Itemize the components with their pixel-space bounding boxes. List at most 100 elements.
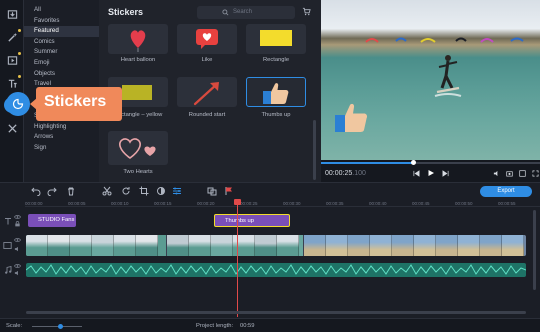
sticker-label: Rounded start: [188, 112, 226, 118]
import-icon[interactable]: [4, 6, 20, 22]
ruler-tick: 00:00:00: [25, 201, 43, 206]
two-hearts-icon: [119, 138, 156, 159]
magic-wand-icon[interactable]: [4, 29, 21, 45]
sticker-rounded-start[interactable]: [177, 77, 237, 107]
ruler-tick: 00:00:20: [197, 201, 215, 206]
timecode-value: 00:00:25: [325, 169, 353, 177]
next-frame-icon[interactable]: [442, 169, 449, 177]
category-item-all[interactable]: All: [24, 5, 99, 16]
callout-label: Stickers: [44, 93, 107, 110]
category-item-emoji[interactable]: Emoji: [24, 58, 99, 69]
delete-icon[interactable]: [66, 186, 76, 196]
video-track-header: [0, 235, 25, 256]
insert-icon[interactable]: [207, 186, 217, 196]
ruler-tick: 00:00:05: [68, 201, 86, 206]
stickers-callout-icon: [6, 92, 30, 116]
thumbs-up-icon: [263, 83, 289, 104]
search-icon: [222, 9, 229, 16]
kites-in-background: [365, 37, 524, 43]
timeline-ruler[interactable]: 00:00:00 00:00:05 00:00:10 00:00:15 00:0…: [25, 199, 540, 207]
redo-icon[interactable]: [47, 186, 57, 196]
title-clip-studio-fans[interactable]: STUDIO Fans: [28, 214, 76, 227]
playback-progress-fill: [321, 162, 413, 164]
category-item-comics[interactable]: Comics: [24, 37, 99, 48]
tools-icon[interactable]: [4, 120, 20, 136]
ruler-tick: 00:00:40: [369, 201, 387, 206]
category-item-featured[interactable]: Featured: [24, 26, 99, 37]
video-track-icon: [3, 242, 12, 249]
sticker-heart-balloon[interactable]: [108, 24, 168, 54]
detach-icon[interactable]: [519, 169, 526, 177]
ruler-tick: 00:00:25: [240, 201, 258, 206]
video-preview[interactable]: [321, 0, 540, 160]
volume-icon[interactable]: [493, 170, 500, 177]
stickers-callout: Stickers: [6, 87, 122, 121]
timeline-vertical-scrollbar[interactable]: [533, 210, 536, 290]
preview-player: 00:00:25.100: [321, 0, 540, 182]
video-track[interactable]: [26, 235, 526, 256]
gallery-scrollbar[interactable]: [313, 120, 316, 180]
category-item-favorites[interactable]: Favorites: [24, 16, 99, 27]
sticker-thumbs-up[interactable]: [246, 77, 306, 107]
mute-icon[interactable]: [14, 246, 21, 252]
ruler-tick: 00:00:10: [111, 201, 129, 206]
playhead-handle[interactable]: [234, 199, 241, 205]
playhead[interactable]: [234, 199, 241, 317]
scale-slider-knob[interactable]: [58, 324, 63, 329]
playback-progress-knob[interactable]: [411, 160, 416, 165]
title-track-icon: [5, 218, 11, 225]
scale-slider[interactable]: [32, 324, 82, 329]
heart-balloon-icon: [130, 30, 146, 52]
ruler-tick: 00:00:45: [412, 201, 430, 206]
title-clip-thumbs-up[interactable]: Thumbs up: [214, 214, 290, 227]
sticker-rectangle[interactable]: [246, 24, 306, 54]
timeline-toolbar: [0, 183, 540, 199]
cut-icon[interactable]: [102, 186, 112, 196]
category-item-highlighting[interactable]: Highlighting: [24, 122, 99, 133]
rotate-icon[interactable]: [121, 186, 131, 196]
category-item-sign[interactable]: Sign: [24, 143, 99, 154]
video-clip-2[interactable]: [167, 235, 303, 256]
color-adjust-icon[interactable]: [156, 186, 166, 196]
lock-icon[interactable]: [14, 221, 21, 227]
audio-track[interactable]: [26, 263, 526, 277]
clip-properties-icon[interactable]: [172, 186, 182, 196]
callout-bubble: Stickers: [36, 87, 122, 121]
thumbs-up-overlay[interactable]: [333, 102, 369, 134]
timeline-horizontal-scrollbar[interactable]: [26, 311, 526, 314]
visibility-icon[interactable]: [14, 237, 21, 243]
mute-icon[interactable]: [14, 270, 21, 276]
sticker-gallery: Stickers Search Heart balloon Like Recta…: [99, 0, 321, 182]
category-item-summer[interactable]: Summer: [24, 47, 99, 58]
sticker-like[interactable]: [177, 24, 237, 54]
search-placeholder: Search: [233, 9, 253, 15]
prev-frame-icon[interactable]: [413, 169, 420, 177]
category-item-arrows[interactable]: Arrows: [24, 132, 99, 143]
sticker-two-hearts[interactable]: [108, 131, 168, 165]
olive-rectangle-icon: [122, 85, 152, 100]
ruler-tick: 00:00:30: [283, 201, 301, 206]
undo-icon[interactable]: [31, 186, 41, 196]
visibility-icon[interactable]: [14, 263, 21, 269]
marker-flag-icon[interactable]: [224, 186, 234, 196]
video-clip-3[interactable]: [304, 235, 526, 256]
sticker-label: Thumbs up: [261, 112, 291, 118]
visibility-icon[interactable]: [14, 214, 21, 220]
transitions-icon[interactable]: [4, 52, 21, 68]
snapshot-icon[interactable]: [506, 170, 513, 177]
yellow-rectangle-icon: [260, 30, 292, 46]
audio-track-header: [0, 263, 25, 277]
cart-icon[interactable]: [302, 7, 311, 16]
export-button[interactable]: Export: [480, 186, 532, 197]
ruler-tick: 00:00:15: [154, 201, 172, 206]
category-item-objects[interactable]: Objects: [24, 69, 99, 80]
sticker-label: Rectangle: [262, 57, 290, 63]
project-length-value: 00:59: [240, 323, 255, 329]
play-icon[interactable]: [427, 169, 435, 177]
fullscreen-icon[interactable]: [532, 170, 539, 177]
video-clip-1[interactable]: [26, 235, 166, 256]
ruler-tick: 00:00:55: [498, 201, 516, 206]
search-input[interactable]: Search: [197, 6, 295, 19]
crop-icon[interactable]: [139, 186, 149, 196]
playback-progress[interactable]: [321, 160, 540, 165]
